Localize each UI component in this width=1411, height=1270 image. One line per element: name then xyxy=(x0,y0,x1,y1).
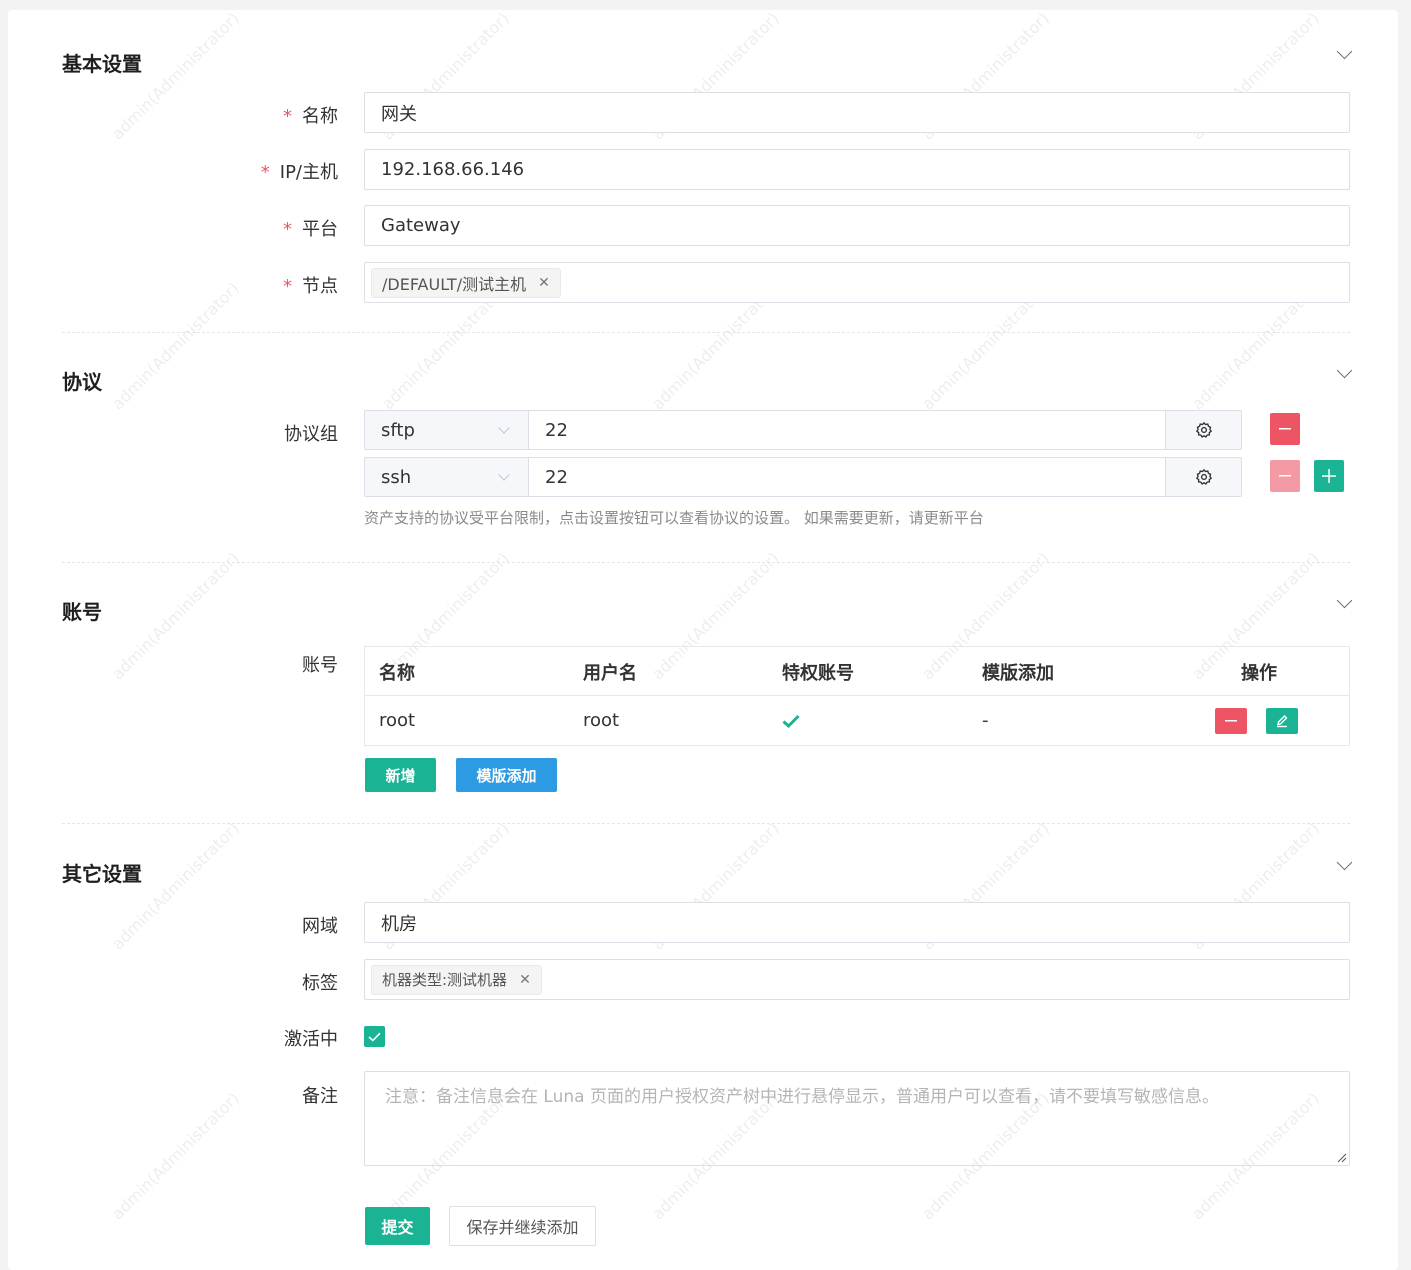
chevron-down-icon[interactable] xyxy=(1336,43,1353,60)
column-header: 模版添加 xyxy=(982,662,1054,684)
chevron-down-icon[interactable] xyxy=(1336,592,1353,609)
chevron-down-icon[interactable] xyxy=(1336,854,1353,871)
port-input[interactable]: 22 xyxy=(528,457,1166,497)
row-actions xyxy=(1215,696,1298,745)
accounts-table: 名称 用户名 特权账号 模版添加 操作 root root - xyxy=(364,646,1350,746)
save-and-continue-button[interactable]: 保存并继续添加 xyxy=(449,1206,596,1246)
node-select[interactable]: /DEFAULT/测试主机 ✕ xyxy=(364,262,1350,303)
column-header: 名称 xyxy=(379,662,415,684)
template-add-button[interactable]: 模版添加 xyxy=(456,758,557,792)
account-template: - xyxy=(982,710,989,731)
account-name: root xyxy=(379,710,416,731)
minus-icon xyxy=(1279,475,1291,477)
domain-select[interactable]: 机房 xyxy=(364,902,1350,943)
section-title-accounts: 账号 xyxy=(62,600,102,624)
edit-account-button[interactable] xyxy=(1266,707,1298,734)
add-protocol-button[interactable] xyxy=(1314,460,1344,492)
privileged-check-icon xyxy=(782,696,800,745)
protocol-help-text: 资产支持的协议受平台限制，点击设置按钮可以查看协议的设置。 如果需要更新，请更新… xyxy=(364,509,984,527)
platform-label: * 平台 xyxy=(283,219,338,240)
node-tag: /DEFAULT/测试主机 ✕ xyxy=(371,267,561,298)
asset-form-card: admin(Administrator) admin(Administrator)… xyxy=(8,10,1398,1270)
remove-protocol-button-disabled[interactable] xyxy=(1270,460,1300,492)
labels-label: 标签 xyxy=(302,973,338,994)
tag-close-icon[interactable]: ✕ xyxy=(519,972,531,988)
gear-icon xyxy=(1195,421,1212,438)
table-header: 名称 用户名 特权账号 模版添加 操作 xyxy=(365,647,1349,696)
section-divider xyxy=(62,332,1350,333)
account-username: root xyxy=(583,710,620,731)
check-icon xyxy=(368,1032,381,1042)
resize-handle-icon[interactable] xyxy=(1337,1153,1347,1163)
section-divider xyxy=(62,562,1350,563)
name-label: * 名称 xyxy=(283,106,338,127)
add-account-button[interactable]: 新增 xyxy=(365,758,436,792)
comment-textarea[interactable]: 注意：备注信息会在 Luna 页面的用户授权资产树中进行悬停显示，普通用户可以查… xyxy=(364,1071,1350,1166)
protocol-select[interactable]: ssh xyxy=(364,457,528,497)
name-input[interactable]: 网关 xyxy=(364,92,1350,133)
host-input[interactable]: 192.168.66.146 xyxy=(364,149,1350,190)
chevron-down-icon xyxy=(498,422,510,434)
remove-protocol-button[interactable] xyxy=(1270,413,1300,445)
protocol-row: ssh 22 xyxy=(364,457,1242,497)
comment-label: 备注 xyxy=(302,1086,338,1107)
section-title-protocol: 协议 xyxy=(62,370,102,394)
node-label: * 节点 xyxy=(283,276,338,297)
plus-icon xyxy=(1322,469,1336,483)
protocol-select[interactable]: sftp xyxy=(364,410,528,450)
section-title-other: 其它设置 xyxy=(62,862,142,886)
protocol-row: sftp 22 xyxy=(364,410,1242,450)
minus-icon xyxy=(1279,428,1291,430)
platform-select[interactable]: Gateway xyxy=(364,205,1350,246)
column-header: 操作 xyxy=(1241,662,1277,684)
active-label: 激活中 xyxy=(284,1029,338,1050)
label-tag: 机器类型:测试机器 ✕ xyxy=(371,964,542,995)
host-label: * IP/主机 xyxy=(260,162,338,183)
protocol-group-label: 协议组 xyxy=(284,424,338,445)
labels-select[interactable]: 机器类型:测试机器 ✕ xyxy=(364,959,1350,1000)
accounts-label: 账号 xyxy=(302,655,338,676)
minus-icon xyxy=(1225,719,1237,721)
column-header: 用户名 xyxy=(583,662,637,684)
chevron-down-icon[interactable] xyxy=(1336,362,1353,379)
section-divider xyxy=(62,823,1350,824)
edit-icon xyxy=(1277,714,1288,727)
domain-label: 网域 xyxy=(302,916,338,937)
column-header: 特权账号 xyxy=(782,662,854,684)
gear-icon xyxy=(1195,468,1212,485)
submit-button[interactable]: 提交 xyxy=(365,1207,430,1245)
protocol-settings-button[interactable] xyxy=(1166,457,1242,497)
chevron-down-icon xyxy=(498,469,510,481)
delete-account-button[interactable] xyxy=(1215,707,1247,734)
tag-close-icon[interactable]: ✕ xyxy=(538,275,550,291)
active-checkbox[interactable] xyxy=(364,1026,385,1047)
protocol-settings-button[interactable] xyxy=(1166,410,1242,450)
table-row: root root - xyxy=(365,696,1349,745)
port-input[interactable]: 22 xyxy=(528,410,1166,450)
section-title-basic: 基本设置 xyxy=(62,52,142,76)
